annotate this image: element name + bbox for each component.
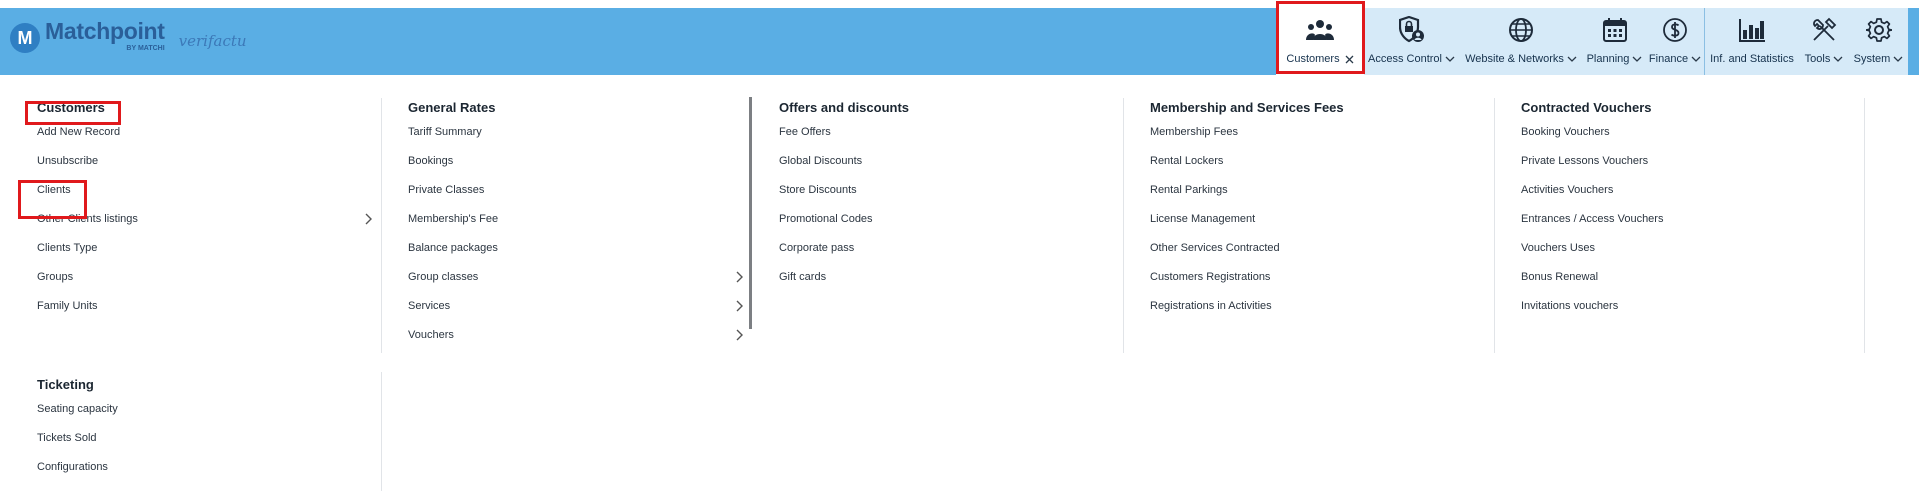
- nav-access-control[interactable]: Access Control: [1364, 8, 1459, 75]
- chevron-down-icon: [1445, 56, 1455, 62]
- nav-planning-label: Planning: [1586, 53, 1630, 65]
- column-separator: [381, 98, 382, 353]
- menu-item-gift-cards[interactable]: Gift cards: [779, 270, 909, 299]
- chevron-down-icon: [1632, 56, 1642, 62]
- menu-item-private-lessons-vouchers[interactable]: Private Lessons Vouchers: [1521, 154, 1663, 183]
- menu-item-bonus-renewal[interactable]: Bonus Renewal: [1521, 270, 1663, 299]
- menu-item-invitations-vouchers[interactable]: Invitations vouchers: [1521, 299, 1663, 328]
- tools-icon: [1808, 14, 1840, 46]
- menu-column-contracted-vouchers: Contracted Vouchers Booking Vouchers Pri…: [1521, 100, 1663, 328]
- menu-column-offers: Offers and discounts Fee Offers Global D…: [779, 100, 909, 299]
- logo-mark-icon: M: [10, 23, 40, 53]
- menu-column-ticketing: Ticketing Seating capacity Tickets Sold …: [37, 377, 118, 489]
- calendar-icon: [1599, 14, 1631, 46]
- nav-system[interactable]: System: [1849, 8, 1908, 75]
- menu-item-other-services-contracted[interactable]: Other Services Contracted: [1150, 241, 1344, 270]
- menu-item-bookings[interactable]: Bookings: [408, 154, 742, 183]
- menu-item-store-discounts[interactable]: Store Discounts: [779, 183, 909, 212]
- menu-item-fee-offers[interactable]: Fee Offers: [779, 125, 909, 154]
- partner-logo: verifactu: [178, 32, 247, 50]
- menu-item-rental-parkings[interactable]: Rental Parkings: [1150, 183, 1344, 212]
- nav-website-networks[interactable]: Website & Networks: [1459, 8, 1583, 75]
- menu-column-customers: Customers Add New Record Unsubscribe Cli…: [37, 100, 372, 328]
- shield-user-icon: [1396, 14, 1428, 46]
- column-title-ticketing: Ticketing: [37, 377, 94, 392]
- menu-column-membership: Membership and Services Fees Membership …: [1150, 100, 1344, 328]
- nav-tools-label: Tools: [1804, 53, 1831, 65]
- column-separator: [1864, 98, 1865, 353]
- chevron-right-icon: [736, 271, 743, 283]
- menu-item-configurations[interactable]: Configurations: [37, 460, 118, 489]
- menu-item-other-clients-listings[interactable]: Other Clients listings: [37, 212, 372, 241]
- chevron-down-icon: [1691, 56, 1701, 62]
- chevron-down-icon: [1567, 56, 1577, 62]
- menu-item-registrations-in-activities[interactable]: Registrations in Activities: [1150, 299, 1344, 328]
- column-title-general-rates: General Rates: [408, 100, 496, 115]
- nav-website-networks-label: Website & Networks: [1465, 53, 1564, 65]
- column-title-contracted-vouchers: Contracted Vouchers: [1521, 100, 1652, 115]
- highlight-clients-item: [18, 180, 87, 219]
- column-separator: [1123, 98, 1124, 353]
- menu-item-global-discounts[interactable]: Global Discounts: [779, 154, 909, 183]
- chevron-right-icon: [736, 329, 743, 341]
- menu-item-corporate-pass[interactable]: Corporate pass: [779, 241, 909, 270]
- menu-item-booking-vouchers[interactable]: Booking Vouchers: [1521, 125, 1663, 154]
- chevron-right-icon: [365, 213, 372, 225]
- menu-item-tariff-summary[interactable]: Tariff Summary: [408, 125, 742, 154]
- nav-inf-statistics[interactable]: Inf. and Statistics: [1705, 8, 1799, 75]
- menu-item-customers-registrations[interactable]: Customers Registrations: [1150, 270, 1344, 299]
- menu-item-promotional-codes[interactable]: Promotional Codes: [779, 212, 909, 241]
- menu-item-seating-capacity[interactable]: Seating capacity: [37, 402, 118, 431]
- menu-item-services[interactable]: Services: [408, 299, 743, 328]
- menu-item-vouchers-uses[interactable]: Vouchers Uses: [1521, 241, 1663, 270]
- menu-item-clients-type[interactable]: Clients Type: [37, 241, 371, 270]
- menu-item-family-units[interactable]: Family Units: [37, 299, 371, 328]
- highlight-customers-title: [25, 101, 121, 125]
- chevron-right-icon: [736, 300, 743, 312]
- menu-item-clients[interactable]: Clients: [37, 183, 371, 212]
- menu-item-entrances-access-vouchers[interactable]: Entrances / Access Vouchers: [1521, 212, 1663, 241]
- nav-access-control-label: Access Control: [1368, 53, 1442, 65]
- menu-column-general-rates: General Rates Tariff Summary Bookings Pr…: [408, 100, 743, 357]
- menu-item-balance-packages[interactable]: Balance packages: [408, 241, 742, 270]
- menu-item-add-new-record[interactable]: Add New Record: [37, 125, 371, 154]
- menu-item-label: Vouchers: [408, 329, 454, 341]
- nav-tools[interactable]: Tools: [1799, 8, 1849, 75]
- menu-item-unsubscribe[interactable]: Unsubscribe: [37, 154, 371, 183]
- dollar-icon: [1659, 14, 1691, 46]
- menu-item-memberships-fee[interactable]: Membership's Fee: [408, 212, 742, 241]
- nav-finance-label: Finance: [1648, 53, 1689, 65]
- menu-item-rental-lockers[interactable]: Rental Lockers: [1150, 154, 1344, 183]
- logo-name: Matchpoint: [45, 18, 165, 44]
- nav-planning[interactable]: Planning: [1583, 8, 1646, 75]
- nav-inf-statistics-label: Inf. and Statistics: [1710, 53, 1794, 65]
- nav-finance[interactable]: Finance: [1646, 8, 1704, 75]
- nav-system-label: System: [1853, 53, 1891, 65]
- column-title-membership: Membership and Services Fees: [1150, 100, 1344, 115]
- matchpoint-logo[interactable]: M Matchpoint BY MATCHI verifactu: [10, 20, 247, 53]
- bar-chart-icon: [1736, 14, 1768, 46]
- menu-item-groups[interactable]: Groups: [37, 270, 371, 299]
- column-separator: [381, 372, 382, 491]
- main-menu: Customers Access Control Website & Netwo…: [1276, 8, 1908, 75]
- logo-byline: BY MATCHI: [126, 45, 165, 52]
- highlight-customers-tab: [1276, 1, 1365, 74]
- menu-item-label: Group classes: [408, 271, 479, 283]
- menu-scrollbar[interactable]: [749, 97, 752, 329]
- menu-item-membership-fees[interactable]: Membership Fees: [1150, 125, 1344, 154]
- chevron-down-icon: [1893, 56, 1903, 62]
- menu-item-label: Services: [408, 300, 451, 312]
- column-separator: [1494, 98, 1495, 353]
- menu-item-vouchers[interactable]: Vouchers: [408, 328, 743, 357]
- top-navigation-bar: M Matchpoint BY MATCHI verifactu Custome…: [0, 8, 1919, 75]
- menu-item-license-management[interactable]: License Management: [1150, 212, 1344, 241]
- menu-item-private-classes[interactable]: Private Classes: [408, 183, 742, 212]
- menu-item-activities-vouchers[interactable]: Activities Vouchers: [1521, 183, 1663, 212]
- chevron-down-icon: [1833, 56, 1843, 62]
- globe-icon: [1505, 14, 1537, 46]
- menu-item-tickets-sold[interactable]: Tickets Sold: [37, 431, 118, 460]
- menu-item-group-classes[interactable]: Group classes: [408, 270, 743, 299]
- column-title-offers: Offers and discounts: [779, 100, 910, 115]
- gear-icon: [1863, 14, 1895, 46]
